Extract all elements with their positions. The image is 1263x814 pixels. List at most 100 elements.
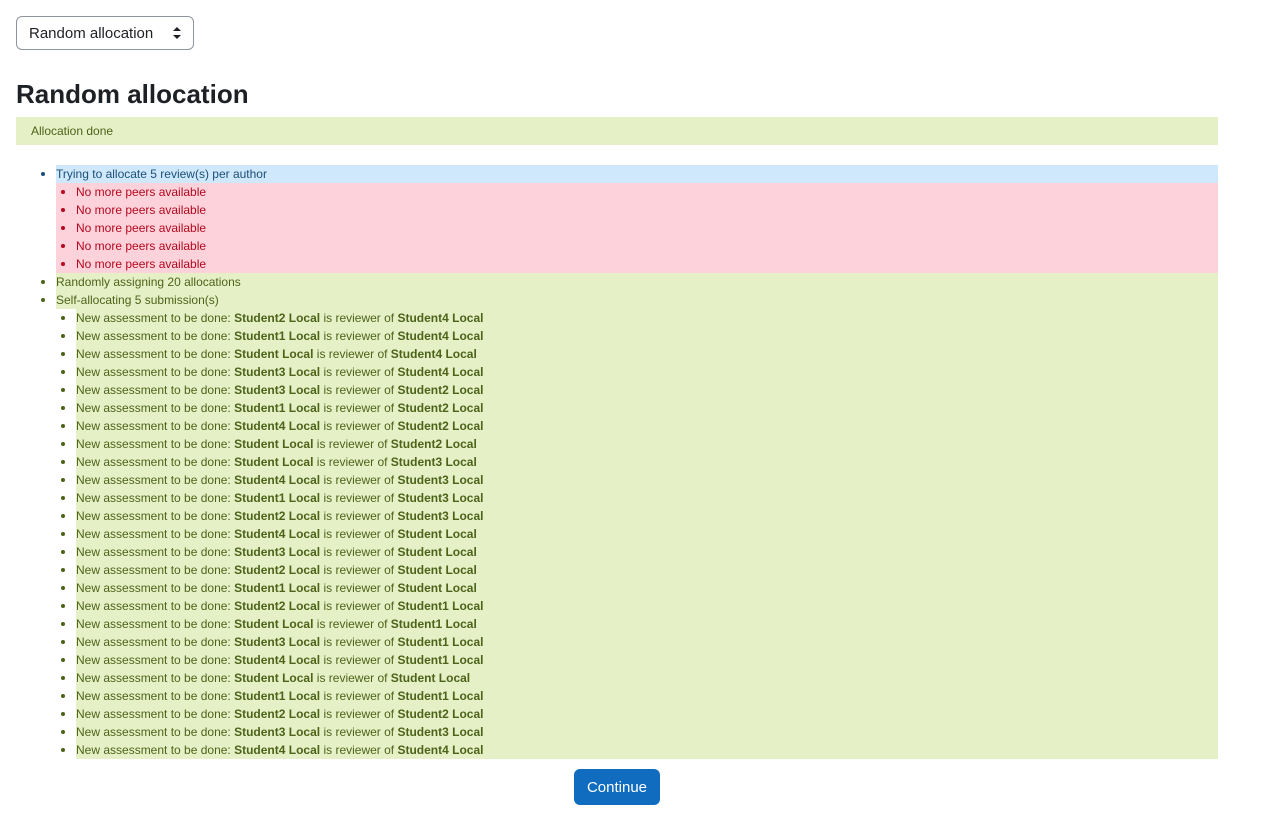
- assessment-connector: is reviewer of: [320, 599, 398, 613]
- assessment-prefix: New assessment to be done:: [76, 491, 235, 505]
- assessment-item: New assessment to be done: Student Local…: [16, 615, 1218, 633]
- assessment-prefix: New assessment to be done:: [76, 599, 235, 613]
- assessment-connector: is reviewer of: [320, 689, 398, 703]
- author-name: Student2 Local: [390, 437, 477, 451]
- bullet-icon: [61, 460, 65, 464]
- log-item-text: New assessment to be done: Student3 Loca…: [76, 545, 477, 559]
- reviewer-name: Student1 Local: [234, 689, 321, 703]
- reviewer-name: Student Local: [234, 437, 314, 451]
- assessment-prefix: New assessment to be done:: [76, 401, 235, 415]
- assessment-prefix: New assessment to be done:: [76, 671, 235, 685]
- assessment-item: New assessment to be done: Student4 Loca…: [16, 525, 1218, 543]
- assessment-item: New assessment to be done: Student3 Loca…: [16, 543, 1218, 561]
- author-name: Student Local: [397, 545, 477, 559]
- log-item-text: New assessment to be done: Student1 Loca…: [76, 581, 477, 595]
- assessment-prefix: New assessment to be done:: [76, 689, 235, 703]
- log-item-text: No more peers available: [76, 239, 207, 253]
- log-item-text: New assessment to be done: Student3 Loca…: [76, 725, 483, 739]
- assessment-item: New assessment to be done: Student Local…: [16, 453, 1218, 471]
- assessment-prefix: New assessment to be done:: [76, 473, 235, 487]
- log-item-text: New assessment to be done: Student2 Loca…: [76, 509, 483, 523]
- log-item: Trying to allocate 5 review(s) per autho…: [16, 165, 1218, 183]
- assessment-prefix: New assessment to be done:: [76, 365, 235, 379]
- log-item-text: New assessment to be done: Student Local…: [76, 671, 470, 685]
- log-item: Self-allocating 5 submission(s): [16, 291, 1218, 309]
- assessment-item: New assessment to be done: Student3 Loca…: [16, 723, 1218, 741]
- assessment-item: New assessment to be done: Student2 Loca…: [16, 705, 1218, 723]
- assessment-item: New assessment to be done: Student4 Loca…: [16, 741, 1218, 759]
- assessment-prefix: New assessment to be done:: [76, 635, 235, 649]
- bullet-icon: [61, 550, 65, 554]
- assessment-item: New assessment to be done: Student4 Loca…: [16, 417, 1218, 435]
- log-item-text: No more peers available: [76, 203, 207, 217]
- assessment-connector: is reviewer of: [320, 311, 398, 325]
- assessment-prefix: New assessment to be done:: [76, 545, 235, 559]
- allocator-select[interactable]: Random allocation: [16, 16, 194, 50]
- allocator-select-value: Random allocation: [29, 24, 154, 42]
- assessment-item: New assessment to be done: Student2 Loca…: [16, 561, 1218, 579]
- log-item-highlight: [56, 291, 1218, 309]
- assessment-prefix: New assessment to be done:: [76, 419, 235, 433]
- reviewer-name: Student Local: [234, 347, 314, 361]
- log-item: No more peers available: [16, 183, 1218, 201]
- assessment-item: New assessment to be done: Student1 Loca…: [16, 579, 1218, 597]
- bullet-icon: [61, 640, 65, 644]
- assessment-item: New assessment to be done: Student3 Loca…: [16, 633, 1218, 651]
- bullet-icon: [61, 424, 65, 428]
- author-name: Student3 Local: [397, 491, 484, 505]
- bullet-icon: [61, 478, 65, 482]
- author-name: Student2 Local: [397, 401, 484, 415]
- reviewer-name: Student4 Local: [234, 743, 321, 757]
- assessment-connector: is reviewer of: [313, 671, 391, 685]
- reviewer-name: Student1 Local: [234, 401, 321, 415]
- author-name: Student1 Local: [397, 635, 484, 649]
- log-item-text: New assessment to be done: Student1 Loca…: [76, 491, 483, 505]
- log-item-text: New assessment to be done: Student1 Loca…: [76, 401, 483, 415]
- log-item-text: New assessment to be done: Student2 Loca…: [76, 707, 483, 721]
- log-item-text: New assessment to be done: Student3 Loca…: [76, 365, 483, 379]
- assessment-item: New assessment to be done: Student2 Loca…: [16, 309, 1218, 327]
- reviewer-name: Student2 Local: [234, 707, 321, 721]
- assessment-connector: is reviewer of: [313, 617, 391, 631]
- reviewer-name: Student1 Local: [234, 581, 321, 595]
- reviewer-name: Student4 Local: [234, 419, 321, 433]
- assessment-prefix: New assessment to be done:: [76, 581, 235, 595]
- author-name: Student1 Local: [390, 617, 477, 631]
- assessment-connector: is reviewer of: [320, 491, 398, 505]
- bullet-icon: [61, 334, 65, 338]
- bullet-icon: [61, 586, 65, 590]
- assessment-connector: is reviewer of: [320, 527, 398, 541]
- log-item-text: New assessment to be done: Student4 Loca…: [76, 653, 483, 667]
- log-item: No more peers available: [16, 201, 1218, 219]
- assessment-item: New assessment to be done: Student2 Loca…: [16, 507, 1218, 525]
- select-caret-icon: [173, 27, 181, 39]
- allocation-log: Trying to allocate 5 review(s) per autho…: [16, 165, 1218, 759]
- assessment-prefix: New assessment to be done:: [76, 653, 235, 667]
- log-item-highlight: [56, 219, 1218, 237]
- log-item-text: New assessment to be done: Student2 Loca…: [76, 311, 483, 325]
- bullet-icon: [61, 568, 65, 572]
- bullet-icon: [41, 172, 45, 176]
- bullet-icon: [61, 190, 65, 194]
- assessment-item: New assessment to be done: Student Local…: [16, 435, 1218, 453]
- assessment-prefix: New assessment to be done:: [76, 437, 235, 451]
- assessment-connector: is reviewer of: [320, 473, 398, 487]
- assessment-connector: is reviewer of: [320, 707, 398, 721]
- log-item-text: New assessment to be done: Student Local…: [76, 437, 477, 451]
- author-name: Student1 Local: [397, 599, 484, 613]
- bullet-icon: [61, 514, 65, 518]
- assessment-prefix: New assessment to be done:: [76, 509, 235, 523]
- assessment-item: New assessment to be done: Student1 Loca…: [16, 399, 1218, 417]
- reviewer-name: Student3 Local: [234, 635, 321, 649]
- log-item-text: Randomly assigning 20 allocations: [56, 275, 241, 289]
- log-item-text: New assessment to be done: Student Local…: [76, 617, 477, 631]
- log-item-text: Self-allocating 5 submission(s): [56, 293, 219, 307]
- assessment-connector: is reviewer of: [313, 437, 391, 451]
- continue-button[interactable]: Continue: [574, 769, 660, 805]
- log-item-text: New assessment to be done: Student3 Loca…: [76, 383, 483, 397]
- page-title: Random allocation: [16, 79, 249, 109]
- assessment-item: New assessment to be done: Student4 Loca…: [16, 651, 1218, 669]
- assessment-prefix: New assessment to be done:: [76, 725, 235, 739]
- log-item-highlight: [56, 183, 1218, 201]
- author-name: Student2 Local: [397, 419, 484, 433]
